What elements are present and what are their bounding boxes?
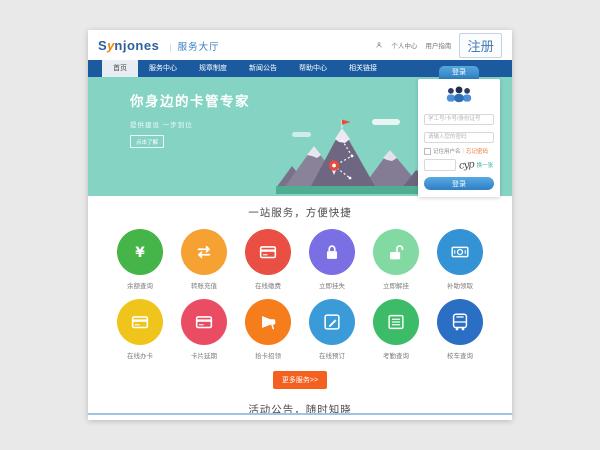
edit-icon [309,299,355,345]
logo-text-rest: njones [114,38,159,53]
nav-item-5[interactable]: 相关链接 [338,60,388,77]
banknote-icon [437,229,483,275]
services-grid: 余额查询 转账充值 在线缴费 立即挂失 立即解挂 补助领取在线办卡 卡片延期 拾卡招领 在线预订… [108,229,492,360]
login-panel: 登录 记住用户名 | 忘记密码 cyp 换一张 [418,66,500,197]
remember-label: 记住用户名 [433,147,461,155]
site-name: 服务大厅 [178,39,220,53]
section-cut-line [88,413,512,415]
logo-text: S [98,38,107,53]
service-item-8[interactable]: 拾卡招领 [236,299,300,360]
nav-list: 首页服务中心规章制度新闻公告帮助中心相关链接 [102,60,388,77]
more-services-button[interactable]: 更多服务>> [273,371,327,389]
users-icon [441,85,477,103]
service-item-10[interactable]: 考勤查询 [364,299,428,360]
nav-item-1[interactable]: 服务中心 [138,60,188,77]
service-label: 立即解挂 [383,280,409,290]
website-screenshot: Synjones | 服务大厅 个人中心 用户指南 注册 首页服务中心规章制度新… [88,30,512,420]
service-item-11[interactable]: 校车查询 [428,299,492,360]
service-label: 拾卡招领 [255,350,281,360]
service-label: 在线预订 [319,350,345,360]
unlock-icon [373,229,419,275]
service-label: 在线办卡 [127,350,153,360]
service-label: 余额查询 [127,280,153,290]
yen-icon [117,229,163,275]
login-tab[interactable]: 登录 [439,66,479,79]
service-item-0[interactable]: 余额查询 [108,229,172,290]
login-form: 记住用户名 | 忘记密码 cyp 换一张 登录 [418,79,500,197]
hero-text: 你身边的卡管专家 提供建设 一步到位 点击了解 [130,90,250,149]
nav-item-4[interactable]: 帮助中心 [288,60,338,77]
service-item-9[interactable]: 在线预订 [300,299,364,360]
service-item-6[interactable]: 在线办卡 [108,299,172,360]
lock-icon [309,229,355,275]
services-title: 一站服务，方便快捷 [88,205,512,220]
hero-cta-button[interactable]: 点击了解 [130,135,164,148]
login-submit-button[interactable]: 登录 [424,177,494,190]
card-icon [181,299,227,345]
service-item-2[interactable]: 在线缴费 [236,229,300,290]
service-label: 卡片延期 [191,350,217,360]
service-item-7[interactable]: 卡片延期 [172,299,236,360]
service-label: 转账充值 [191,280,217,290]
site-header: Synjones | 服务大厅 个人中心 用户指南 注册 [88,30,512,60]
register-button[interactable]: 注册 [459,33,502,58]
service-item-3[interactable]: 立即挂失 [300,229,364,290]
captcha-image[interactable]: cyp [458,159,474,171]
service-label: 立即挂失 [319,280,345,290]
nav-item-0[interactable]: 首页 [102,60,138,77]
hero-title: 你身边的卡管专家 [130,90,250,110]
transfer-icon [181,229,227,275]
service-item-5[interactable]: 补助领取 [428,229,492,290]
service-label: 校车查询 [447,350,473,360]
card-icon [245,229,291,275]
captcha-row: cyp 换一张 [424,159,494,171]
person-icon [375,41,383,49]
list-icon [373,299,419,345]
captcha-input[interactable] [424,159,456,171]
service-label: 考勤查询 [383,350,409,360]
service-label: 在线缴费 [255,280,281,290]
card-icon [117,299,163,345]
remember-checkbox[interactable] [424,148,431,155]
remember-row: 记住用户名 | 忘记密码 [424,147,494,155]
nav-item-3[interactable]: 新闻公告 [238,60,288,77]
logo-divider: | [169,42,171,52]
service-item-1[interactable]: 转账充值 [172,229,236,290]
remember-divider: | [463,148,464,154]
captcha-refresh-link[interactable]: 换一张 [477,161,494,169]
username-input[interactable] [424,114,494,125]
page-background: Synjones | 服务大厅 个人中心 用户指南 注册 首页服务中心规章制度新… [0,0,600,450]
mountain-illustration [276,116,426,194]
header-utilities: 个人中心 用户指南 注册 [375,30,502,60]
hero-subtitle: 提供建设 一步到位 [130,119,250,129]
service-label: 补助领取 [447,280,473,290]
megaphone-icon [245,299,291,345]
service-item-4[interactable]: 立即解挂 [364,229,428,290]
bus-icon [437,299,483,345]
user-guide-link[interactable]: 用户指南 [425,40,451,50]
logo-accent: y [107,38,114,53]
nav-item-2[interactable]: 规章制度 [188,60,238,77]
personal-center-link[interactable]: 个人中心 [391,40,417,50]
logo[interactable]: Synjones | 服务大厅 [98,38,220,53]
password-input[interactable] [424,132,494,143]
forgot-password-link[interactable]: 忘记密码 [466,147,488,155]
